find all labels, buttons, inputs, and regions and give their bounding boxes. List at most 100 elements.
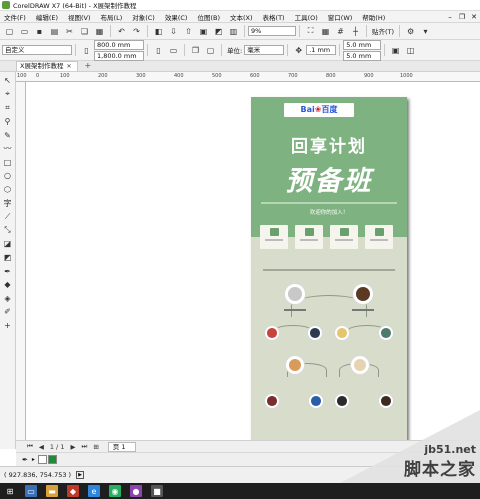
- vertical-ruler[interactable]: [16, 82, 26, 440]
- print-icon[interactable]: ▤: [49, 26, 60, 37]
- menu-tools[interactable]: 工具(O): [291, 12, 324, 22]
- rectangle-tool-icon[interactable]: □: [2, 156, 14, 168]
- avatar-top-left: [284, 283, 306, 305]
- snap-to-dropdown[interactable]: 贴齐(T): [372, 26, 394, 36]
- interactive-fill-icon[interactable]: ◆: [2, 279, 14, 291]
- show-rulers-icon[interactable]: ▦: [320, 26, 331, 37]
- menu-window[interactable]: 窗口(W): [324, 12, 359, 22]
- polygon-tool-icon[interactable]: ⬡: [2, 184, 14, 196]
- last-page-icon[interactable]: ⏭: [81, 442, 87, 451]
- freehand-tool-icon[interactable]: ✎: [2, 129, 14, 141]
- task-view-icon[interactable]: ▭: [25, 485, 37, 497]
- app-icon[interactable]: ●: [130, 485, 142, 497]
- show-guidelines-icon[interactable]: ┼: [350, 26, 361, 37]
- zoom-level-select[interactable]: 9%: [248, 26, 296, 36]
- portrait-icon[interactable]: ▯: [153, 45, 164, 56]
- app-icon[interactable]: ◆: [67, 485, 79, 497]
- color-swatch-green[interactable]: [47, 455, 57, 464]
- color-swatch-white[interactable]: [37, 455, 47, 464]
- palette-menu-icon[interactable]: ▸: [32, 456, 35, 463]
- menu-table[interactable]: 表格(T): [259, 12, 291, 22]
- cut-icon[interactable]: ✂: [64, 26, 75, 37]
- welcome-screen-icon[interactable]: ▥: [228, 26, 239, 37]
- app-icon[interactable]: ■: [151, 485, 163, 497]
- outline-pen-icon[interactable]: ✐: [2, 306, 14, 318]
- menu-object[interactable]: 对象(C): [128, 12, 161, 22]
- transparency-tool-icon[interactable]: ◩: [2, 252, 14, 264]
- current-page-icon[interactable]: ▢: [205, 45, 216, 56]
- duplicate-y-input[interactable]: 5.0 mm: [343, 50, 382, 61]
- restore-icon[interactable]: ❐: [456, 13, 468, 21]
- units-settings-icon[interactable]: ▣: [390, 45, 401, 56]
- document-tab[interactable]: X展架制作教程 ✕: [16, 61, 79, 71]
- save-icon[interactable]: ▪: [34, 26, 45, 37]
- browser-icon[interactable]: e: [88, 485, 100, 497]
- page-layout-icon[interactable]: ◫: [405, 45, 416, 56]
- play-icon[interactable]: ▶: [76, 471, 85, 479]
- minimize-icon[interactable]: –: [444, 13, 456, 21]
- new-document-icon[interactable]: ▢: [4, 26, 15, 37]
- close-tab-icon[interactable]: ✕: [66, 62, 71, 71]
- page-dimensions-icon: ▯: [84, 45, 89, 55]
- start-icon[interactable]: ⊞: [4, 485, 16, 497]
- menu-bitmaps[interactable]: 位图(B): [193, 12, 226, 22]
- next-page-icon[interactable]: ▶: [70, 443, 75, 451]
- parallel-dimension-icon[interactable]: ⟋: [2, 211, 14, 223]
- page-width-input[interactable]: 800.0 mm: [94, 39, 144, 50]
- export-icon[interactable]: ⇧: [183, 26, 194, 37]
- add-tab-icon[interactable]: +: [84, 61, 91, 71]
- page-tab[interactable]: 页 1: [107, 441, 137, 452]
- open-folder-icon[interactable]: ▭: [19, 26, 30, 37]
- prev-page-icon[interactable]: ◀: [39, 443, 44, 451]
- undo-icon[interactable]: ↶: [116, 26, 127, 37]
- menu-edit[interactable]: 编辑(E): [32, 12, 64, 22]
- all-pages-icon[interactable]: ❐: [190, 45, 201, 56]
- eyedropper-icon[interactable]: ✒: [22, 456, 28, 464]
- avatar: [378, 325, 394, 341]
- shape-tool-icon[interactable]: ⌖: [2, 88, 14, 100]
- publish-pdf-icon[interactable]: ▣: [198, 26, 209, 37]
- toolbar-options-icon[interactable]: ▾: [420, 26, 431, 37]
- menu-layout[interactable]: 布局(L): [97, 12, 129, 22]
- landscape-icon[interactable]: ▭: [168, 45, 179, 56]
- nudge-distance-input[interactable]: .1 mm: [306, 45, 337, 55]
- crop-tool-icon[interactable]: ⌗: [2, 102, 14, 114]
- baidu-logo: Bai❀百度: [284, 103, 354, 117]
- horizontal-ruler[interactable]: 100 0 100 200 300 400 500 600 700 800 90…: [16, 72, 480, 82]
- coreldraw-taskbar-icon[interactable]: ◉: [109, 485, 121, 497]
- add-tool-icon[interactable]: +: [2, 319, 14, 331]
- menu-view[interactable]: 视图(V): [64, 12, 97, 22]
- text-tool-icon[interactable]: 字: [2, 197, 14, 209]
- zoom-tool-icon[interactable]: ⚲: [2, 116, 14, 128]
- import-icon[interactable]: ⇩: [168, 26, 179, 37]
- copy-icon[interactable]: ❏: [79, 26, 90, 37]
- eyedropper-tool-icon[interactable]: ✒: [2, 265, 14, 277]
- menu-file[interactable]: 文件(F): [0, 12, 32, 22]
- ellipse-tool-icon[interactable]: ○: [2, 170, 14, 182]
- menu-help[interactable]: 帮助(H): [358, 12, 391, 22]
- menu-text[interactable]: 文本(X): [226, 12, 259, 22]
- menu-effects[interactable]: 效果(C): [161, 12, 194, 22]
- page-height-input[interactable]: 1,800.0 mm: [94, 50, 144, 61]
- ruler-tick: 600: [250, 73, 260, 79]
- poster-page[interactable]: Bai❀百度 回享计划 预备班 欢迎你的加入！: [251, 97, 407, 441]
- redo-icon[interactable]: ↷: [131, 26, 142, 37]
- artistic-media-icon[interactable]: 〰: [2, 143, 14, 155]
- duplicate-x-input[interactable]: 5.0 mm: [343, 39, 382, 50]
- options-icon[interactable]: ⚙: [405, 26, 416, 37]
- close-icon[interactable]: ✕: [468, 13, 480, 21]
- paste-icon[interactable]: ▦: [94, 26, 105, 37]
- smart-fill-icon[interactable]: ◈: [2, 292, 14, 304]
- connector-tool-icon[interactable]: ⤡: [2, 224, 14, 236]
- pick-tool-icon[interactable]: ↖: [2, 75, 14, 87]
- units-select[interactable]: 毫米: [244, 45, 285, 55]
- show-grid-icon[interactable]: #: [335, 26, 346, 37]
- file-explorer-icon[interactable]: ▬: [46, 485, 58, 497]
- app-launcher-icon[interactable]: ◩: [213, 26, 224, 37]
- drop-shadow-icon[interactable]: ◪: [2, 238, 14, 250]
- add-page-icon[interactable]: ⊞: [93, 443, 98, 451]
- first-page-icon[interactable]: ⏮: [27, 442, 33, 451]
- page-size-preset[interactable]: 自定义: [2, 45, 72, 55]
- full-screen-icon[interactable]: ⛶: [305, 26, 316, 37]
- search-content-icon[interactable]: ◧: [153, 26, 164, 37]
